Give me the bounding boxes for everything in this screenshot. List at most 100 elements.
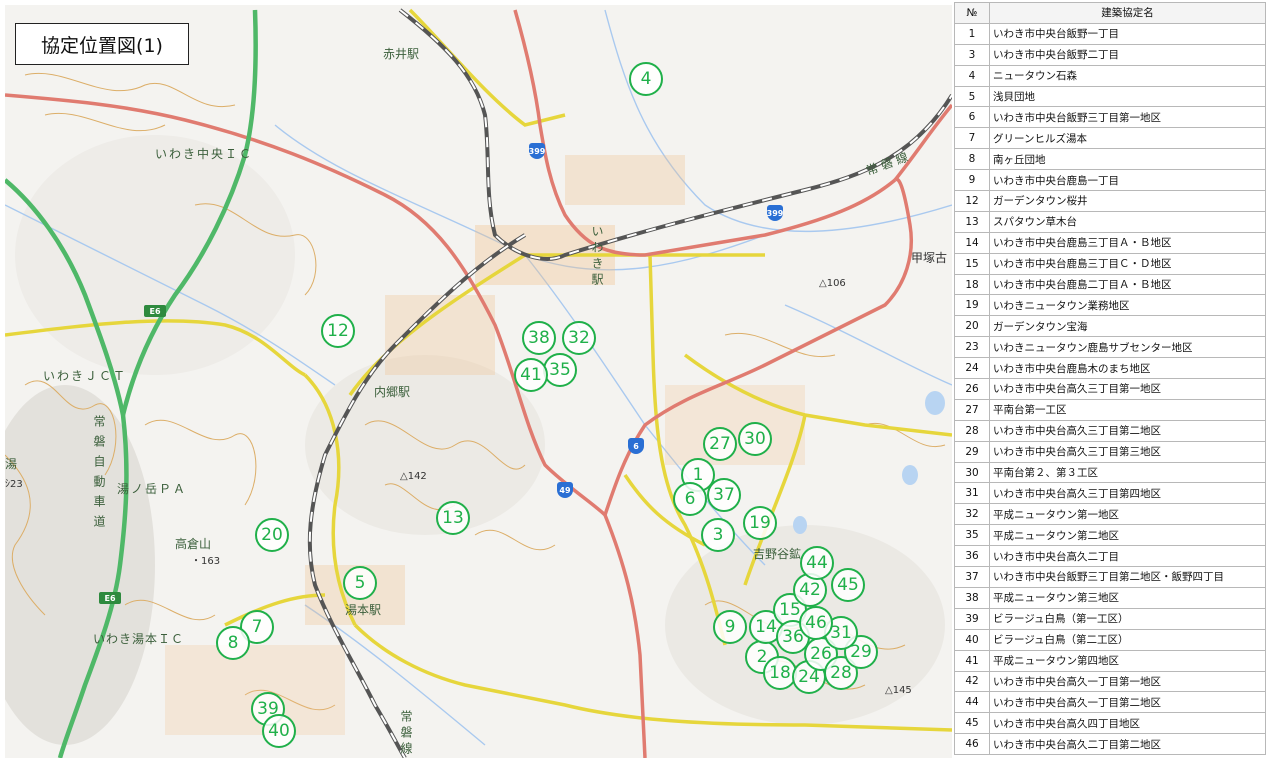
row-number: 1 (954, 22, 990, 45)
marker-41[interactable]: 41 (514, 358, 548, 392)
row-agreement-name: いわき市中央台鹿島三丁目Ａ・Ｂ地区 (989, 231, 1266, 254)
marker-8[interactable]: 8 (216, 626, 250, 660)
row-number: 42 (954, 670, 990, 693)
marker-5[interactable]: 5 (343, 566, 377, 600)
row-number: 37 (954, 566, 990, 588)
table-row: 37 いわき市中央台飯野三丁目第二地区・飯野四丁目 (954, 566, 1266, 588)
table-row: 38 平成ニュータウン第三地区 (954, 586, 1266, 609)
table-row: 1 いわき市中央台飯野一丁目 (954, 22, 1266, 45)
row-agreement-name: いわき市中央台鹿島一丁目 (989, 169, 1266, 192)
row-agreement-name: ニュータウン石森 (989, 64, 1266, 87)
table-row: 27 平南台第一工区 (954, 398, 1266, 421)
marker-20[interactable]: 20 (255, 518, 289, 552)
iwaki-yumoto-ic-label: いわき湯本ＩＣ (93, 632, 185, 646)
marker-44[interactable]: 44 (800, 546, 834, 580)
table-row: 4 ニュータウン石森 (954, 64, 1266, 87)
row-agreement-name: ビラージュ白鳥（第一工区） (989, 607, 1266, 630)
marker-37[interactable]: 37 (707, 478, 741, 512)
row-agreement-name: いわきニュータウン業務地区 (989, 294, 1266, 317)
elevation-145: △145 (885, 685, 912, 696)
row-agreement-name: 平南台第２、第３工区 (989, 461, 1266, 484)
table-body: 1 いわき市中央台飯野一丁目 3 いわき市中央台飯野二丁目 4 ニュータウン石森 5 浅貝団地… (954, 22, 1266, 756)
table-row: 19 いわきニュータウン業務地区 (954, 294, 1266, 317)
row-agreement-name: いわき市中央台高久一丁目第一地区 (989, 670, 1266, 693)
row-agreement-name: いわき市中央台高久二丁目 (989, 545, 1266, 568)
row-number: 15 (954, 252, 990, 275)
elevation-142: △142 (400, 471, 427, 482)
marker-19[interactable]: 19 (743, 506, 777, 540)
table-row: 40 ビラージュ白鳥（第二工区） (954, 628, 1266, 651)
table-header-row: № 建築協定名 (954, 2, 1266, 24)
row-agreement-name: いわきニュータウン鹿島サブセンター地区 (989, 336, 1266, 359)
header-agreement-name: 建築協定名 (989, 2, 1266, 24)
row-agreement-name: 平成ニュータウン第三地区 (989, 586, 1266, 609)
yumoto-station-label: 湯本駅 (345, 603, 382, 617)
row-number: 39 (954, 607, 990, 630)
table-row: 15 いわき市中央台鹿島三丁目Ｃ・Ｄ地区 (954, 252, 1266, 275)
yunotake-pa-label: 湯ノ岳ＰＡ (117, 482, 188, 496)
route-6-shield: 6 (628, 438, 644, 454)
row-agreement-name: 平成ニュータウン第四地区 (989, 649, 1266, 672)
marker-45[interactable]: 45 (831, 568, 865, 602)
route-399-east-shield: 399 (767, 205, 783, 221)
table-row: 18 いわき市中央台鹿島二丁目Ａ・Ｂ地区 (954, 273, 1266, 296)
row-number: 36 (954, 545, 990, 568)
row-agreement-name: いわき市中央台高久三丁目第二地区 (989, 419, 1266, 442)
row-number: 38 (954, 586, 990, 609)
map-title: 協定位置図(1) (15, 23, 189, 65)
marker-13[interactable]: 13 (436, 501, 470, 535)
marker-40[interactable]: 40 (262, 714, 296, 748)
table-row: 12 ガーデンタウン桜井 (954, 190, 1266, 212)
marker-3[interactable]: 3 (701, 518, 735, 552)
table-row: 24 いわき市中央台鹿島木のまち地区 (954, 357, 1266, 380)
row-agreement-name: いわき市中央台鹿島木のまち地区 (989, 357, 1266, 380)
row-number: 3 (954, 43, 990, 66)
row-number: 28 (954, 419, 990, 442)
e6-south-shield: E6 (99, 592, 121, 604)
row-number: 23 (954, 336, 990, 359)
row-number: 20 (954, 315, 990, 338)
row-agreement-name: いわき市中央台鹿島三丁目Ｃ・Ｄ地区 (989, 252, 1266, 275)
iwaki-chuo-ic-label: いわき中央ＩＣ (155, 147, 254, 161)
row-agreement-name: いわき市中央台飯野三丁目第一地区 (989, 106, 1266, 129)
marker-6[interactable]: 6 (673, 482, 707, 516)
elevation-106: △106 (819, 278, 846, 289)
row-agreement-name: いわき市中央台高久四丁目地区 (989, 712, 1266, 735)
row-agreement-name: いわき市中央台高久二丁目第二地区 (989, 733, 1266, 756)
row-number: 30 (954, 461, 990, 484)
table-row: 7 グリーンヒルズ湯本 (954, 127, 1266, 150)
marker-32[interactable]: 32 (562, 321, 596, 355)
table-row: 28 いわき市中央台高久三丁目第二地区 (954, 419, 1266, 442)
table-row: 23 いわきニュータウン鹿島サブセンター地区 (954, 336, 1266, 359)
marker-12[interactable]: 12 (321, 314, 355, 348)
row-number: 31 (954, 482, 990, 505)
table-row: 26 いわき市中央台高久三丁目第一地区 (954, 378, 1266, 400)
row-number: 13 (954, 210, 990, 233)
row-agreement-name: いわき市中央台高久三丁目第一地区 (989, 378, 1266, 400)
marker-4[interactable]: 4 (629, 62, 663, 96)
table-row: 29 いわき市中央台高久三丁目第三地区 (954, 440, 1266, 463)
row-agreement-name: いわき市中央台高久三丁目第四地区 (989, 482, 1266, 505)
row-agreement-name: いわき市中央台高久三丁目第三地区 (989, 440, 1266, 463)
marker-35[interactable]: 35 (543, 353, 577, 387)
marker-38[interactable]: 38 (522, 321, 556, 355)
agreement-table: № 建築協定名 1 いわき市中央台飯野一丁目 3 いわき市中央台飯野二丁目 4 ニュータウ… (954, 2, 1266, 756)
row-agreement-name: 浅貝団地 (989, 85, 1266, 108)
row-number: 8 (954, 148, 990, 171)
row-agreement-name: 平成ニュータウン第一地区 (989, 503, 1266, 526)
row-number: 14 (954, 231, 990, 254)
table-row: 36 いわき市中央台高久二丁目 (954, 545, 1266, 568)
row-number: 32 (954, 503, 990, 526)
map-panel[interactable]: 協定位置図(1) 赤井駅 いわき中央ＩＣ いわきＪＣＴ いわき駅 内郷駅 湯ノ岳… (5, 5, 952, 758)
marker-9[interactable]: 9 (713, 610, 747, 644)
row-number: 41 (954, 649, 990, 672)
row-number: 6 (954, 106, 990, 129)
akai-station-label: 赤井駅 (383, 47, 420, 61)
marker-30[interactable]: 30 (738, 422, 772, 456)
marker-27[interactable]: 27 (703, 427, 737, 461)
uchigo-station-label: 内郷駅 (374, 385, 411, 399)
iwaki-station-label: いわき駅 (590, 225, 604, 289)
row-agreement-name: いわき市中央台飯野二丁目 (989, 43, 1266, 66)
takakurayama-label: 高倉山 (175, 537, 212, 551)
marker-46[interactable]: 46 (799, 606, 833, 640)
